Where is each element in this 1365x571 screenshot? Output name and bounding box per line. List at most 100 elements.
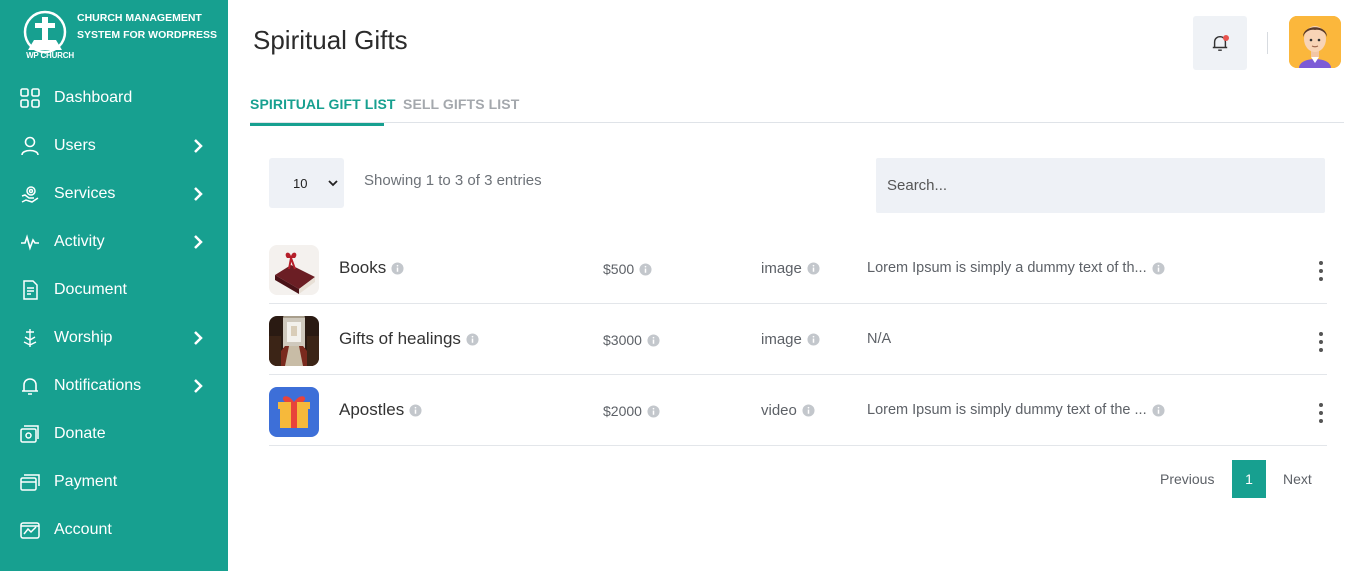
pagination-previous[interactable]: Previous bbox=[1160, 471, 1214, 487]
sidebar-item-notifications[interactable]: Notifications bbox=[0, 362, 228, 410]
page-length-value: 10 bbox=[293, 175, 308, 191]
gift-description: N/A bbox=[867, 331, 891, 347]
sidebar-item-payment[interactable]: Payment bbox=[0, 458, 228, 506]
info-icon[interactable] bbox=[1152, 403, 1165, 417]
sidebar-item-label: Payment bbox=[54, 473, 118, 490]
user-icon bbox=[20, 136, 40, 156]
tab-spiritual-gift-list[interactable]: SPIRITUAL GIFT LIST bbox=[250, 96, 396, 126]
sidebar-item-label: Notifications bbox=[54, 377, 142, 394]
payment-card-icon bbox=[20, 472, 40, 492]
brand[interactable]: WP CHURCH CHURCH MANAGEMENT SYSTEM FOR W… bbox=[16, 8, 218, 64]
sidebar-nav: Dashboard Users Services Activity Docume… bbox=[0, 74, 228, 554]
sidebar-item-account[interactable]: Account bbox=[0, 506, 228, 554]
dashboard-grid-icon bbox=[20, 88, 40, 108]
tab-sell-gifts-list[interactable]: SELL GIFTS LIST bbox=[403, 96, 519, 112]
church-logo-icon: WP CHURCH bbox=[20, 10, 74, 62]
page-length-select[interactable]: 10 bbox=[269, 158, 344, 208]
info-icon[interactable] bbox=[802, 404, 815, 417]
bell-icon bbox=[20, 376, 40, 396]
sidebar-item-services[interactable]: Services bbox=[0, 170, 228, 218]
gift-name: Books bbox=[339, 258, 404, 278]
sidebar-item-users[interactable]: Users bbox=[0, 122, 228, 170]
gift-name-text: Books bbox=[339, 258, 387, 277]
gift-media-type-text: image bbox=[761, 331, 802, 348]
app-root: WP CHURCH CHURCH MANAGEMENT SYSTEM FOR W… bbox=[0, 0, 1365, 571]
chevron-right-icon bbox=[194, 187, 203, 201]
info-icon[interactable] bbox=[409, 403, 422, 417]
donate-icon bbox=[20, 424, 40, 444]
gift-price-text: $500 bbox=[603, 261, 635, 277]
page-title: Spiritual Gifts bbox=[253, 25, 408, 55]
sidebar-item-dashboard[interactable]: Dashboard bbox=[0, 74, 228, 122]
sidebar-item-label: Donate bbox=[54, 425, 106, 442]
gift-name-text: Apostles bbox=[339, 400, 405, 419]
pagination-next[interactable]: Next bbox=[1283, 471, 1312, 487]
gift-media-type: image bbox=[761, 331, 820, 348]
hand-gear-icon bbox=[20, 184, 40, 204]
book-gift-thumbnail bbox=[269, 245, 319, 295]
gift-media-type-text: video bbox=[761, 402, 797, 419]
brand-title: CHURCH MANAGEMENT SYSTEM FOR WORDPRESS bbox=[77, 12, 218, 41]
sidebar-item-worship[interactable]: Worship bbox=[0, 314, 228, 362]
sidebar-item-label: Dashboard bbox=[54, 89, 133, 106]
sidebar-item-activity[interactable]: Activity bbox=[0, 218, 228, 266]
table-row: Books $500 image Lorem Ipsum is simply a… bbox=[269, 233, 1327, 304]
info-icon[interactable] bbox=[466, 332, 479, 346]
gift-media-type: video bbox=[761, 402, 815, 419]
gift-description: Lorem Ipsum is simply dummy text of the … bbox=[867, 402, 1165, 418]
sidebar-item-label: Worship bbox=[54, 329, 113, 346]
gift-media-type-text: image bbox=[761, 260, 802, 277]
chevron-down-icon bbox=[328, 180, 338, 187]
account-icon bbox=[20, 520, 40, 540]
sidebar-item-document[interactable]: Document bbox=[0, 266, 228, 314]
more-options-icon[interactable] bbox=[1315, 259, 1327, 283]
info-icon[interactable] bbox=[1152, 261, 1165, 275]
chevron-right-icon bbox=[194, 331, 203, 345]
info-icon[interactable] bbox=[647, 404, 660, 418]
sidebar-item-label: Users bbox=[54, 137, 96, 154]
gift-description-text: Lorem Ipsum is simply a dummy text of th… bbox=[867, 260, 1147, 276]
notifications-button[interactable] bbox=[1193, 16, 1247, 70]
gift-description-text: N/A bbox=[867, 331, 892, 347]
gift-price: $2000 bbox=[603, 403, 660, 419]
gift-name-text: Gifts of healings bbox=[339, 329, 461, 348]
sidebar: WP CHURCH CHURCH MANAGEMENT SYSTEM FOR W… bbox=[0, 0, 228, 571]
gift-name: Gifts of healings bbox=[339, 329, 479, 349]
gift-description-text: Lorem Ipsum is simply dummy text of the … bbox=[867, 402, 1147, 418]
church-interior-thumbnail bbox=[269, 316, 319, 366]
gift-price-text: $3000 bbox=[603, 332, 642, 348]
search-input[interactable] bbox=[876, 158, 1325, 213]
entries-info: Showing 1 to 3 of 3 entries bbox=[364, 172, 542, 189]
sidebar-item-label: Document bbox=[54, 281, 127, 298]
more-options-icon[interactable] bbox=[1315, 330, 1327, 354]
sidebar-item-label: Services bbox=[54, 185, 116, 202]
gift-box-thumbnail bbox=[269, 387, 319, 437]
gift-description: Lorem Ipsum is simply a dummy text of th… bbox=[867, 260, 1165, 276]
chevron-right-icon bbox=[194, 235, 203, 249]
sidebar-item-donate[interactable]: Donate bbox=[0, 410, 228, 458]
tab-bar: SPIRITUAL GIFT LIST SELL GIFTS LIST bbox=[250, 88, 1344, 126]
info-icon[interactable] bbox=[639, 262, 652, 276]
gift-media-type: image bbox=[761, 260, 820, 277]
activity-pulse-icon bbox=[20, 232, 40, 252]
gift-price: $500 bbox=[603, 261, 652, 277]
pagination-page-1[interactable]: 1 bbox=[1232, 460, 1266, 498]
document-icon bbox=[20, 280, 40, 300]
worship-icon bbox=[20, 328, 40, 348]
gift-price: $3000 bbox=[603, 332, 660, 348]
brand-logo-text: WP CHURCH bbox=[26, 51, 74, 60]
gift-name: Apostles bbox=[339, 400, 422, 420]
table-row: Apostles $2000 video Lorem Ipsum is simp… bbox=[269, 375, 1327, 446]
notification-badge-dot bbox=[1223, 35, 1229, 41]
user-avatar-icon[interactable] bbox=[1289, 16, 1341, 68]
sidebar-item-label: Account bbox=[54, 521, 112, 538]
gift-price-text: $2000 bbox=[603, 403, 642, 419]
more-options-icon[interactable] bbox=[1315, 401, 1327, 425]
chevron-right-icon bbox=[194, 139, 203, 153]
header-divider bbox=[1267, 32, 1268, 54]
info-icon[interactable] bbox=[391, 261, 404, 275]
info-icon[interactable] bbox=[647, 333, 660, 347]
info-icon[interactable] bbox=[807, 262, 820, 275]
info-icon[interactable] bbox=[807, 333, 820, 346]
table-row: Gifts of healings $3000 image N/A bbox=[269, 304, 1327, 375]
